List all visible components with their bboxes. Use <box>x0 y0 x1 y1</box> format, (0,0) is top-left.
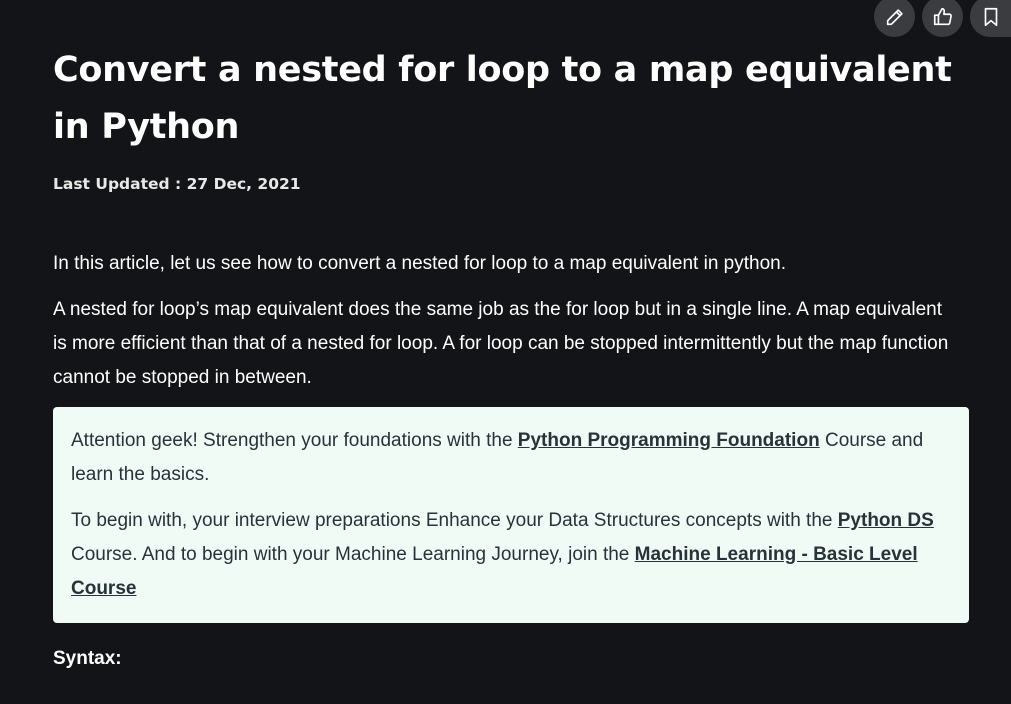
promo-line-2: To begin with, your interview preparatio… <box>71 504 951 606</box>
last-updated-date: Last Updated : 27 Dec, 2021 <box>53 175 301 193</box>
bookmark-icon <box>984 7 997 26</box>
bookmark-button[interactable] <box>970 0 1011 37</box>
promo-text: Attention geek! Strengthen your foundati… <box>71 430 518 451</box>
promo-line-1: Attention geek! Strengthen your foundati… <box>71 424 951 492</box>
python-foundation-link[interactable]: Python Programming Foundation <box>518 430 820 451</box>
promo-text: Course. And to begin with your Machine L… <box>71 544 635 565</box>
like-button[interactable] <box>922 0 963 37</box>
pencil-icon <box>886 8 903 25</box>
python-ds-link[interactable]: Python DS <box>838 510 934 531</box>
description-paragraph: A nested for loop’s map equivalent does … <box>53 299 949 388</box>
thumbs-up-icon <box>933 7 952 25</box>
intro-paragraph: In this article, let us see how to conve… <box>53 253 786 274</box>
edit-button[interactable] <box>874 0 915 37</box>
course-promo-box: Attention geek! Strengthen your foundati… <box>53 407 969 623</box>
syntax-heading: Syntax: <box>53 648 122 669</box>
article-page: Convert a nested for loop to a map equiv… <box>0 0 1011 704</box>
page-title: Convert a nested for loop to a map equiv… <box>53 50 952 147</box>
article-toolbar <box>874 0 1011 37</box>
promo-text: To begin with, your interview preparatio… <box>71 510 838 531</box>
